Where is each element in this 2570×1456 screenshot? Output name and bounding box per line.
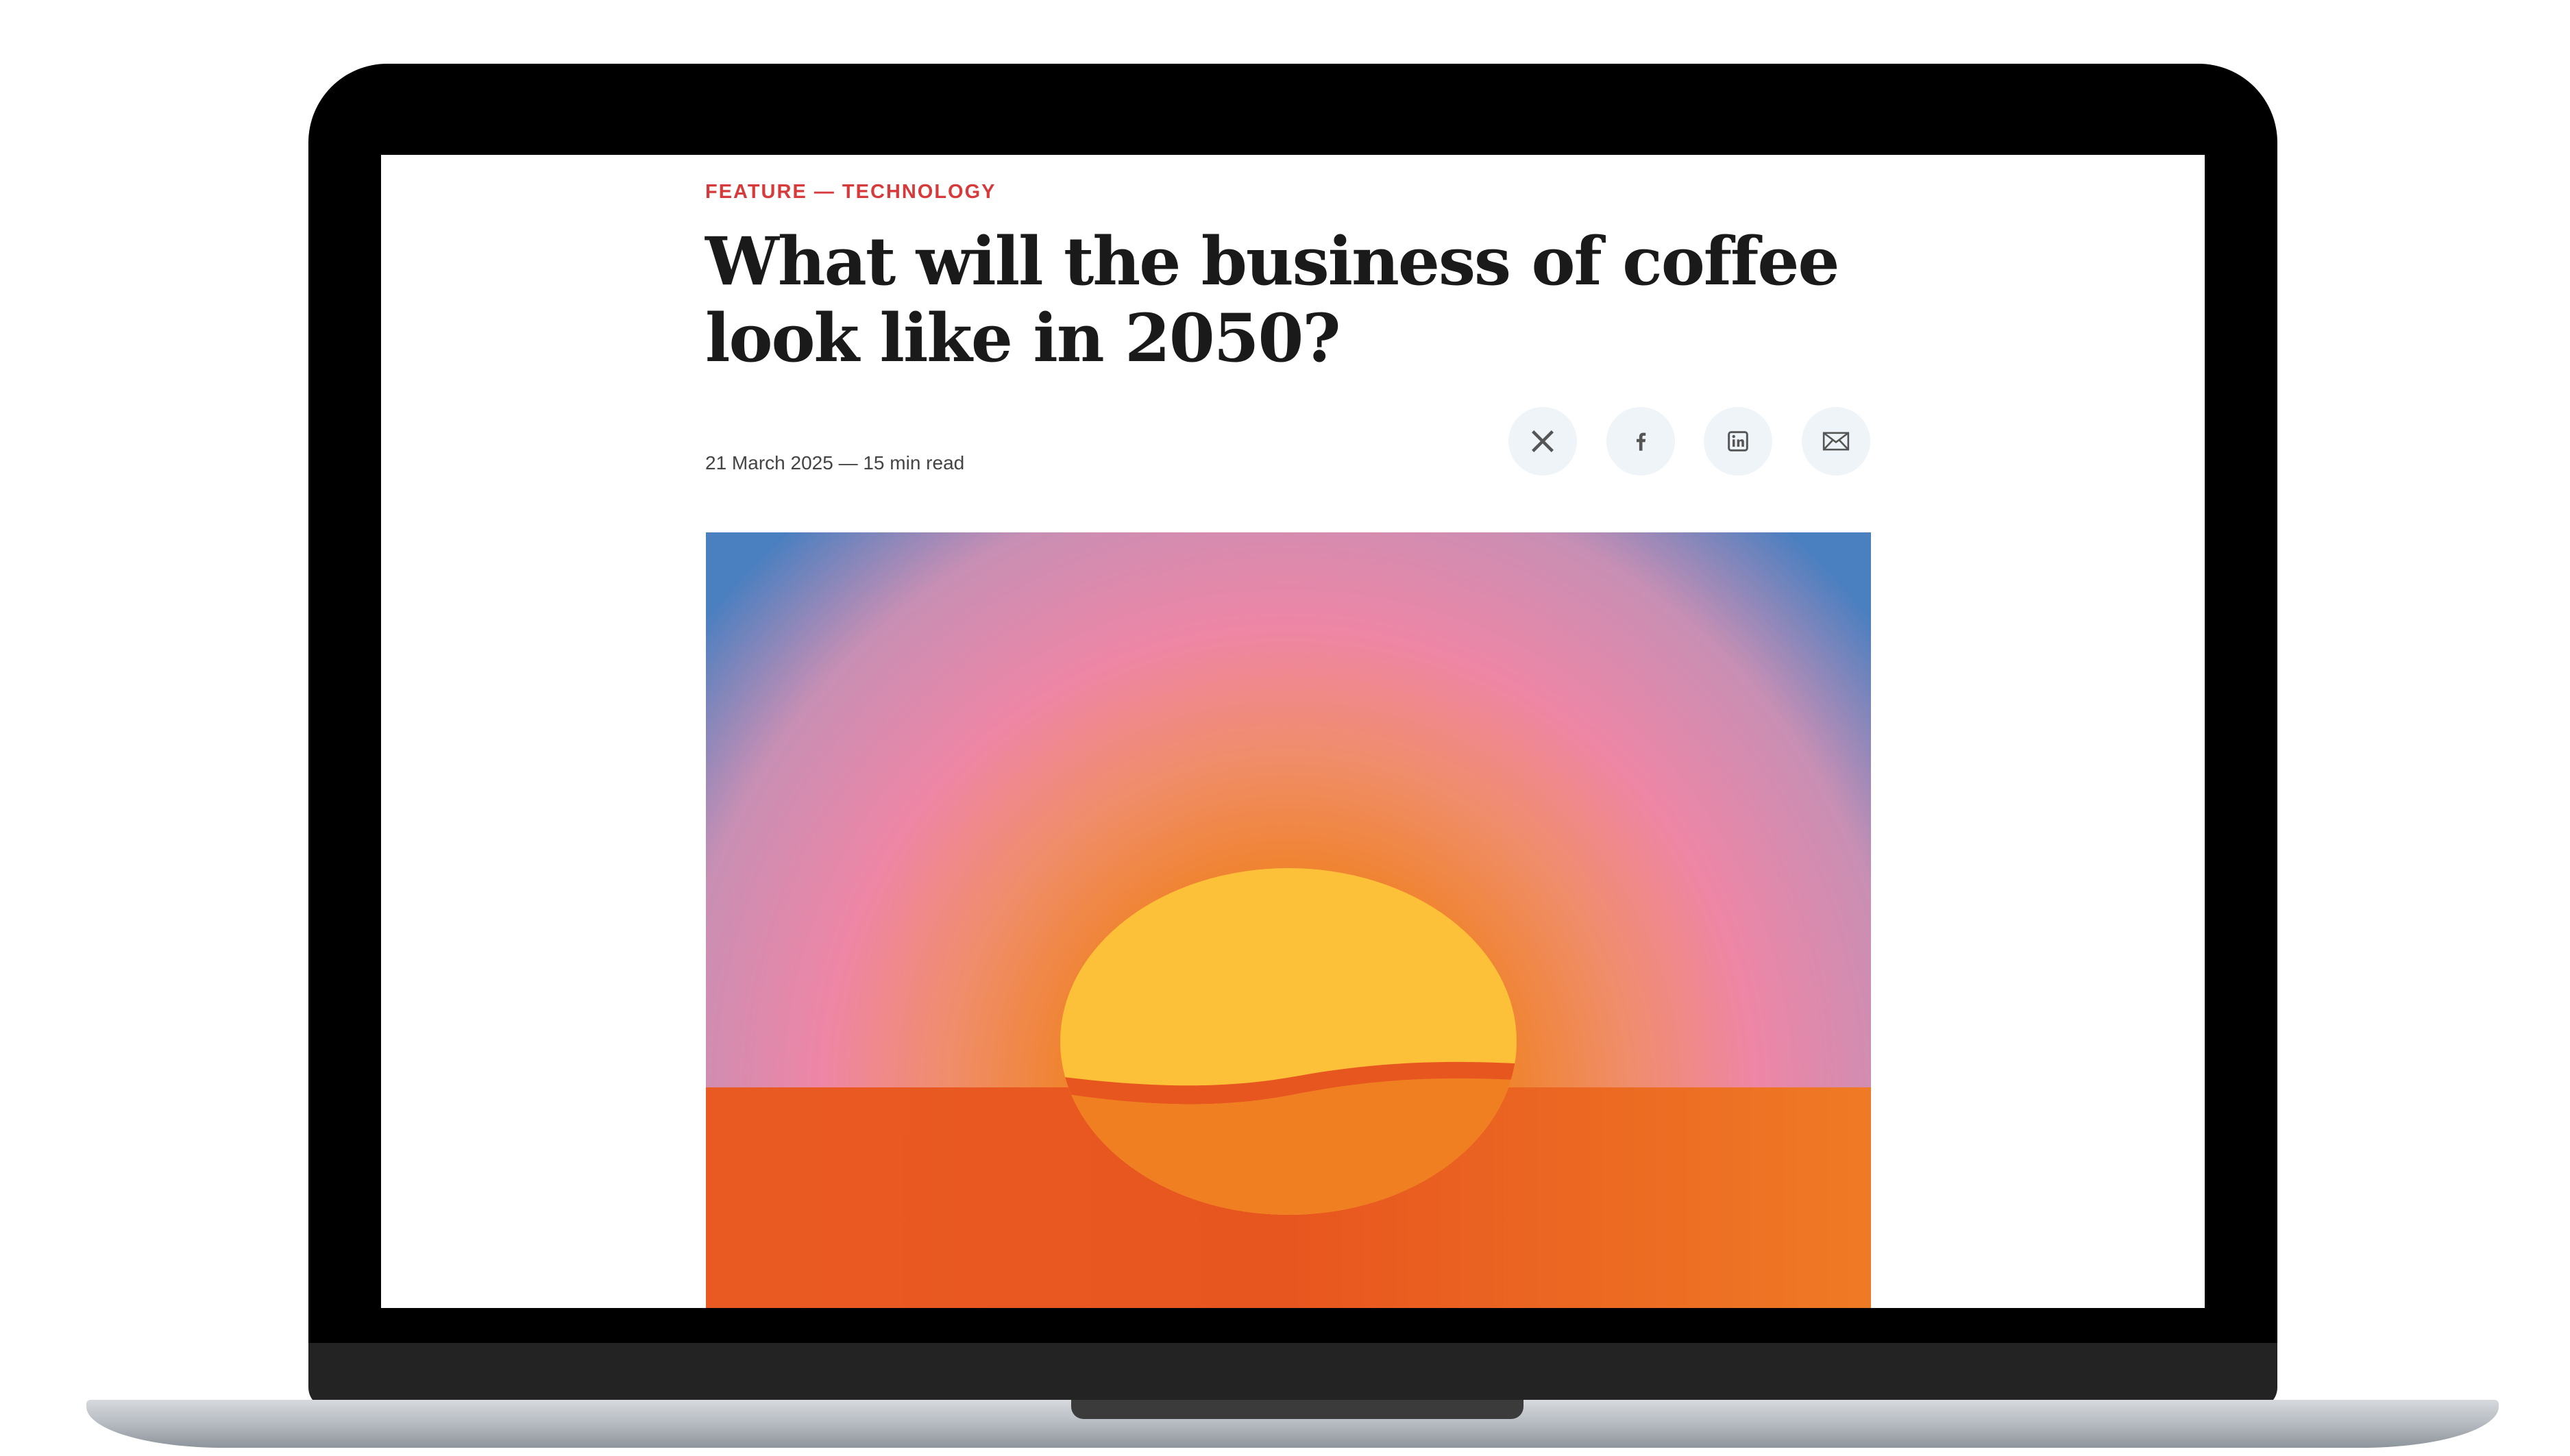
laptop-hinge-notch — [1071, 1400, 1523, 1419]
linkedin-icon — [1728, 431, 1748, 452]
share-email-button[interactable] — [1802, 407, 1870, 476]
read-time: 15 min read — [863, 452, 965, 473]
share-x-button[interactable] — [1508, 407, 1577, 476]
hero-image — [706, 532, 1871, 1308]
article-meta: 21 March 2025 — 15 min read — [705, 452, 964, 474]
publish-date: 21 March 2025 — [705, 452, 833, 473]
x-icon — [1532, 430, 1554, 452]
facebook-icon — [1637, 432, 1646, 451]
article-title-line-1: What will the business of coffee — [705, 223, 1839, 300]
laptop-chin — [308, 1343, 2277, 1408]
share-linkedin-button[interactable] — [1704, 407, 1772, 476]
article-title-line-2: look like in 2050? — [705, 299, 1341, 377]
share-facebook-button[interactable] — [1606, 407, 1675, 476]
article-title: What will the business of coffee look li… — [705, 223, 1939, 377]
article-kicker[interactable]: FEATURE — TECHNOLOGY — [705, 181, 996, 203]
browser-screen: FEATURE — TECHNOLOGY What will the busin… — [381, 155, 2205, 1308]
email-icon — [1822, 432, 1850, 451]
meta-separator: — — [838, 452, 858, 473]
